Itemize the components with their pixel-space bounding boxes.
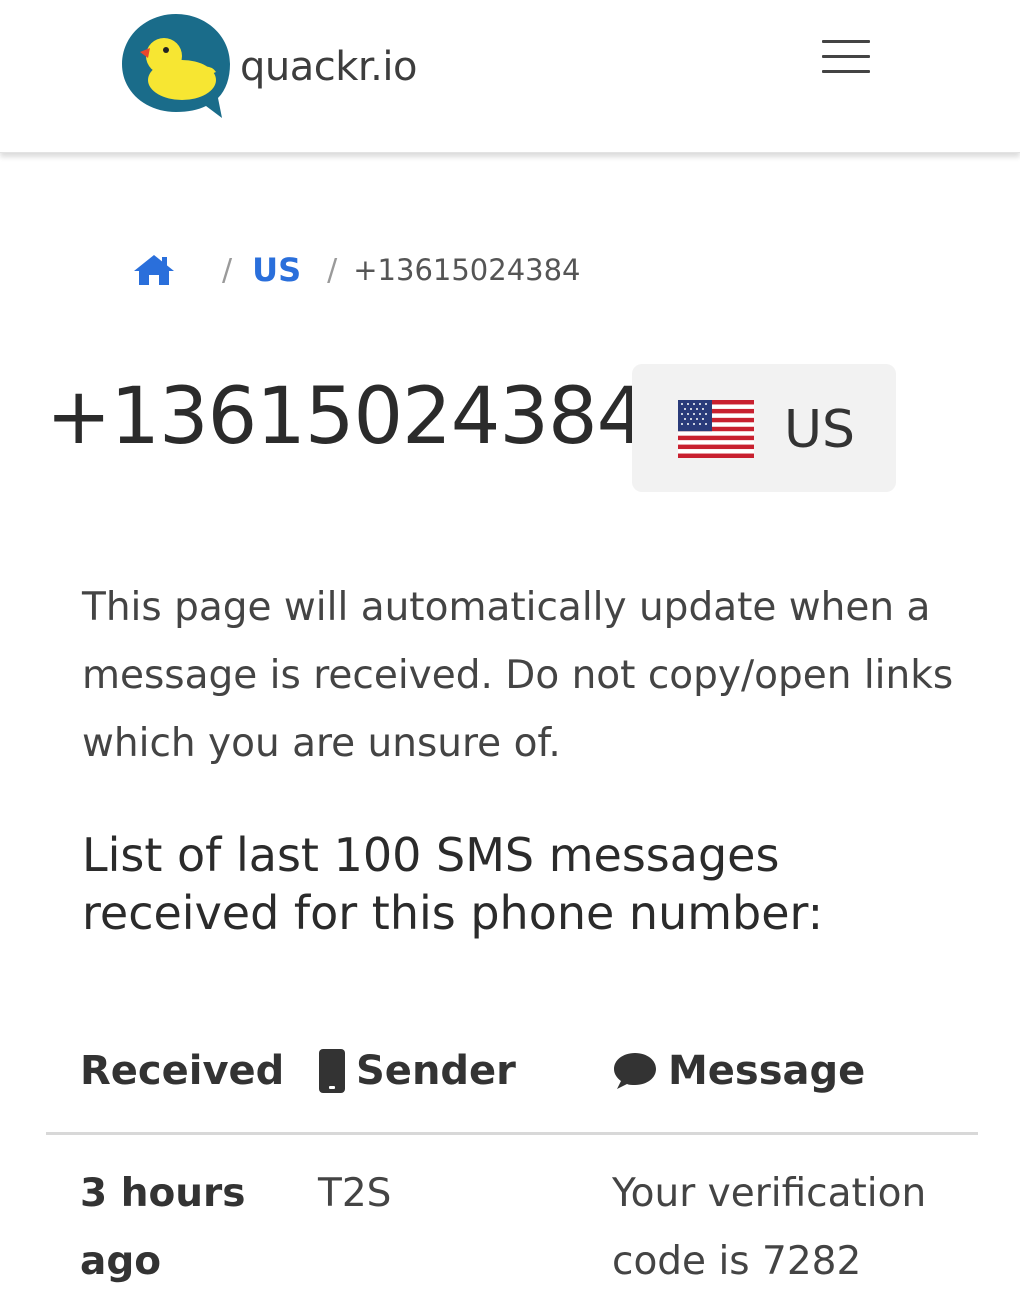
duck-chat-logo[interactable] — [118, 10, 236, 122]
breadcrumb-current: +13615024384 — [353, 253, 581, 287]
messages-table-header: Received Sender Message — [46, 1040, 978, 1135]
breadcrumb-separator: / — [327, 252, 338, 288]
received-time: 3 hours ago — [80, 1171, 246, 1284]
auto-update-notice: This page will automatically update when… — [82, 585, 954, 766]
column-header-message: Message — [612, 1048, 865, 1094]
navbar: quackr.io — [0, 0, 1020, 153]
us-flag-icon — [678, 400, 754, 458]
message-text: Your verification code is 7282 — [612, 1171, 927, 1284]
brand-name[interactable]: quackr.io — [240, 44, 417, 90]
column-header-label: Received — [80, 1048, 285, 1094]
column-header-label: Sender — [356, 1048, 516, 1094]
breadcrumb-country-link[interactable]: US — [252, 251, 301, 289]
phone-icon — [319, 1049, 345, 1093]
country-badge: US — [632, 364, 896, 492]
breadcrumb-separator: / — [222, 252, 233, 288]
comment-icon — [614, 1053, 656, 1089]
hamburger-icon[interactable] — [812, 28, 880, 84]
sender-name: T2S — [318, 1171, 392, 1216]
messages-list-heading: List of last 100 SMS messages received f… — [82, 828, 824, 940]
column-header-received: Received — [80, 1048, 284, 1094]
column-header-sender: Sender — [318, 1048, 516, 1094]
column-header-label: Message — [668, 1048, 866, 1094]
phone-number-title: +13615024384 — [46, 372, 646, 462]
breadcrumb: / US / +13615024384 — [132, 240, 581, 300]
table-row: 3 hours ago T2S Your verification code i… — [46, 1160, 978, 1310]
country-code-label: US — [784, 400, 856, 460]
home-icon[interactable] — [132, 251, 176, 289]
